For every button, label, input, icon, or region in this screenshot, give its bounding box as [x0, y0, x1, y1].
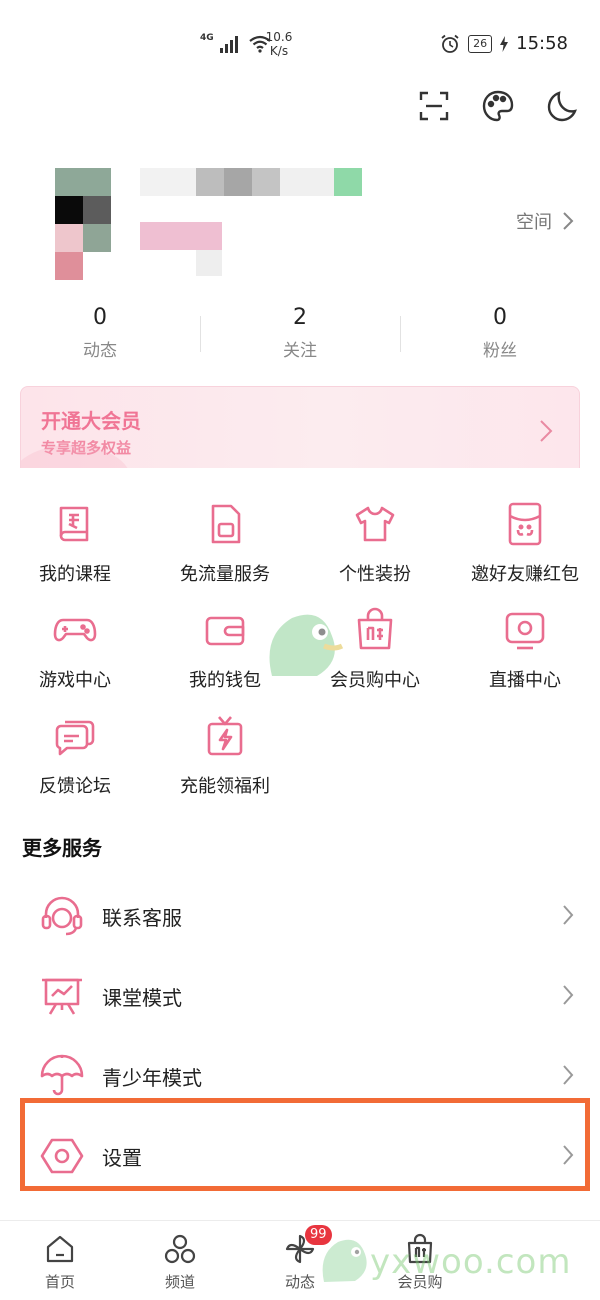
space-link-label: 空间: [516, 212, 552, 233]
grid-item-label: 游戏中心: [39, 670, 111, 691]
gamepad-icon: [53, 618, 97, 642]
scan-button[interactable]: [414, 86, 454, 126]
stat-value: 2: [293, 305, 307, 330]
watermark-mascot-icon: [322, 1239, 367, 1282]
red-envelope-icon: [508, 502, 542, 546]
stat-value: 0: [93, 305, 107, 330]
chevron-right-icon: [563, 905, 574, 925]
nav-home[interactable]: 首页: [0, 1221, 120, 1300]
alarm-icon: [441, 34, 459, 53]
top-actions: [414, 86, 582, 126]
grid-item-label: 我的课程: [39, 564, 111, 585]
vip-title: 开通大会员: [41, 409, 141, 433]
chevron-right-icon: [563, 985, 574, 1005]
stat-label: 粉丝: [483, 341, 517, 361]
services-card: 我的课程 免流量服务 个性装扮 邀好友赚红包 游戏中心 我的钱包 会员购中心 直…: [0, 468, 600, 1220]
nav-channels[interactable]: 频道: [120, 1221, 240, 1300]
grid-item-label: 反馈论坛: [39, 776, 111, 797]
watermark-text: yxwoo.com: [370, 1242, 572, 1282]
grid-item-invite-friends[interactable]: 邀好友赚红包: [450, 498, 600, 598]
tshirt-icon: [355, 506, 395, 542]
grid-item-charge-rewards[interactable]: 充能领福利: [150, 710, 300, 810]
sim-card-icon: [211, 504, 241, 544]
grid-item-free-data[interactable]: 免流量服务: [150, 498, 300, 598]
grid-item-label: 免流量服务: [180, 564, 270, 585]
nav-label: 首页: [44, 1273, 75, 1291]
headset-icon: [41, 896, 83, 936]
night-mode-button[interactable]: [542, 86, 582, 126]
network-type: 4G: [200, 33, 214, 43]
grid-item-label: 个性装扮: [339, 564, 411, 585]
grid-item-dress-up[interactable]: 个性装扮: [300, 498, 450, 598]
theme-button[interactable]: [478, 86, 518, 126]
speed-unit: K/s: [269, 44, 289, 58]
grid-item-my-courses[interactable]: 我的课程: [0, 498, 150, 598]
row-label: 青少年模式: [102, 1066, 202, 1090]
stat-label: 动态: [83, 341, 117, 361]
row-label: 课堂模式: [102, 986, 182, 1010]
chevron-right-icon: [563, 212, 574, 230]
network-speed: 10.6 K/s: [264, 30, 294, 58]
stat-following[interactable]: 2 关注: [200, 300, 400, 376]
row-classroom-mode[interactable]: 课堂模式: [0, 956, 600, 1036]
wallet-icon: [205, 616, 245, 646]
vip-subtitle: 专享超多权益: [41, 439, 132, 457]
stat-label: 关注: [283, 341, 317, 361]
grid-item-label: 充能领福利: [180, 776, 270, 797]
chat-bubble-icon: [55, 720, 95, 756]
umbrella-icon: [40, 1054, 84, 1096]
grid-item-game-center[interactable]: 游戏中心: [0, 604, 150, 704]
nav-label: 频道: [164, 1273, 195, 1291]
username-blurred: [140, 168, 362, 196]
avatar[interactable]: [55, 168, 111, 280]
speed-value: 10.6: [265, 30, 293, 44]
chevron-right-icon: [563, 1065, 574, 1085]
status-bar: 4G 10.6 K/s 26 15:58: [0, 0, 600, 86]
stat-value: 0: [493, 305, 507, 330]
course-book-icon: [59, 506, 89, 542]
palette-icon: [482, 90, 514, 122]
settings-highlight-box: [20, 1098, 590, 1191]
stats-row: 0 动态 2 关注 0 粉丝: [0, 300, 600, 376]
gift-lightning-icon: [207, 716, 243, 756]
stat-posts[interactable]: 0 动态: [0, 300, 200, 376]
grid-item-label: 直播中心: [489, 670, 561, 691]
signal-icon: [219, 36, 238, 53]
grid-item-feedback-forum[interactable]: 反馈论坛: [0, 710, 150, 810]
watermark-mascot-icon: [269, 614, 344, 676]
row-customer-service[interactable]: 联系客服: [0, 876, 600, 956]
row-label: 联系客服: [102, 906, 182, 930]
charging-icon: [500, 35, 509, 52]
chevron-right-icon: [540, 420, 553, 442]
space-link[interactable]: 空间: [516, 208, 574, 234]
battery-indicator: 26: [468, 34, 493, 53]
presentation-board-icon: [42, 978, 82, 1015]
shopping-bag-icon: [357, 607, 393, 650]
channels-icon: [164, 1234, 196, 1264]
scan-icon: [419, 91, 449, 121]
user-level-blurred: [140, 222, 222, 276]
moon-icon: [547, 91, 577, 122]
tv-icon: [505, 612, 545, 650]
more-services-title: 更多服务: [22, 836, 102, 860]
network-indicator: 4G: [200, 32, 272, 56]
grid-item-label: 邀好友赚红包: [471, 564, 579, 585]
grid-item-live-center[interactable]: 直播中心: [450, 604, 600, 704]
home-icon: [46, 1235, 74, 1263]
vip-banner[interactable]: 开通大会员 专享超多权益: [20, 386, 580, 476]
profile-header[interactable]: 空间: [0, 160, 600, 290]
stat-followers[interactable]: 0 粉丝: [400, 300, 600, 376]
clock: 15:58: [516, 33, 568, 54]
